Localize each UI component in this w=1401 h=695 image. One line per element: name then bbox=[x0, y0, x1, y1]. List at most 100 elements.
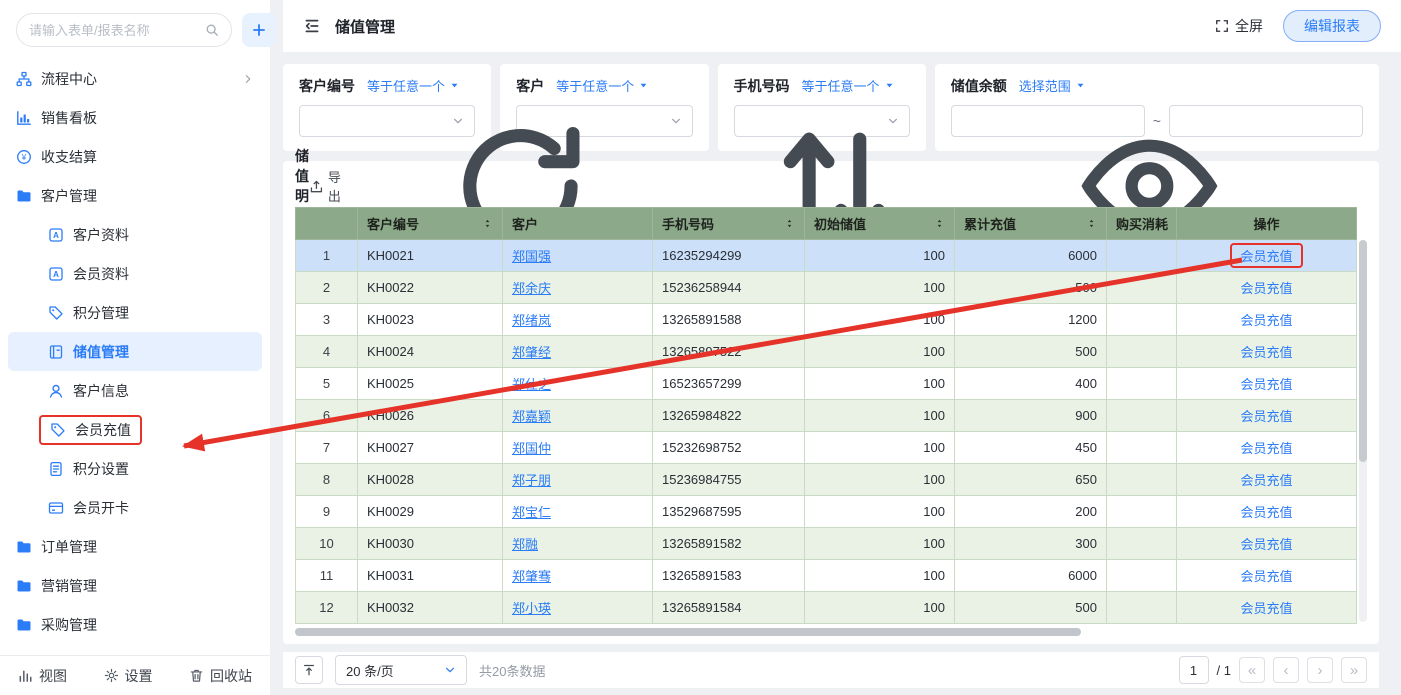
member-recharge-link[interactable]: 会员充值 bbox=[1240, 601, 1292, 616]
customer-name-link[interactable]: 郑肇经 bbox=[512, 345, 551, 360]
sidebar-item-order-mgmt[interactable]: 订单管理 bbox=[0, 527, 270, 566]
purchase-consume-cell bbox=[1107, 240, 1177, 272]
view-icon bbox=[18, 668, 33, 683]
table-row[interactable]: 12 KH0032 郑小瑛 13265891584 100 500 会员充值 bbox=[296, 592, 1357, 624]
sidebar-item-customer-profile[interactable]: 客户资料 bbox=[0, 215, 270, 254]
horizontal-scrollbar-thumb[interactable] bbox=[295, 628, 1081, 636]
col-phone[interactable]: 手机号码 bbox=[653, 208, 805, 240]
table-row[interactable]: 11 KH0031 郑肇骞 13265891583 100 6000 会员充值 bbox=[296, 560, 1357, 592]
back-to-top-button[interactable] bbox=[295, 656, 323, 684]
sidebar-item-stored-value-mgmt[interactable]: 储值管理 bbox=[8, 332, 262, 371]
current-page-input[interactable]: 1 bbox=[1179, 656, 1209, 684]
table-row[interactable]: 1 KH0021 郑国强 16235294299 100 6000 会员充值 bbox=[296, 240, 1357, 272]
table-row[interactable]: 3 KH0023 郑绪岚 13265891588 100 1200 会员充值 bbox=[296, 304, 1357, 336]
col-purchase-consume[interactable]: 购买消耗 bbox=[1107, 208, 1177, 240]
sidebar-item-customer-mgmt[interactable]: 客户管理 bbox=[0, 176, 270, 215]
view-button[interactable]: 视图 bbox=[18, 666, 67, 686]
prev-page-button[interactable]: ‹ bbox=[1273, 657, 1299, 683]
customer-name-link[interactable]: 郑嘉颖 bbox=[512, 409, 551, 424]
sidebar-item-income-expense[interactable]: 收支结算 bbox=[0, 137, 270, 176]
collapse-sidebar-icon[interactable] bbox=[303, 17, 321, 35]
sidebar-item-purchase-mgmt[interactable]: 采购管理 bbox=[0, 605, 270, 644]
customer-name-link[interactable]: 郑绪岚 bbox=[512, 313, 551, 328]
sidebar-item-member-profile[interactable]: 会员资料 bbox=[0, 254, 270, 293]
sidebar-item-member-recharge[interactable]: 会员充值 bbox=[0, 410, 270, 449]
action-cell: 会员充值 bbox=[1177, 592, 1357, 624]
customer-name-cell: 郑肇经 bbox=[503, 336, 653, 368]
search-box[interactable] bbox=[16, 13, 232, 47]
last-page-button[interactable]: » bbox=[1341, 657, 1367, 683]
column-sort-icon[interactable] bbox=[934, 218, 945, 229]
sidebar-item-points-settings[interactable]: 积分设置 bbox=[0, 449, 270, 488]
customer-name-link[interactable]: 郑国强 bbox=[512, 249, 551, 264]
edit-report-button[interactable]: 编辑报表 bbox=[1283, 10, 1381, 42]
recycle-bin-button[interactable]: 回收站 bbox=[189, 666, 252, 686]
table-wrap: 客户编号 客户 手机号码 初始储值 累计充值 购买消耗 操作 1 KH0021 … bbox=[295, 207, 1367, 636]
sidebar-item-marketing-mgmt[interactable]: 营销管理 bbox=[0, 566, 270, 605]
member-recharge-link[interactable]: 会员充值 bbox=[1240, 281, 1292, 296]
col-customer-code[interactable]: 客户编号 bbox=[358, 208, 503, 240]
member-recharge-link[interactable]: 会员充值 bbox=[1240, 473, 1292, 488]
customer-name-link[interactable]: 郑余庆 bbox=[512, 281, 551, 296]
filter-operator-dropdown[interactable]: 选择范围 bbox=[1019, 76, 1085, 95]
customer-name-link[interactable]: 郑国仲 bbox=[512, 441, 551, 456]
export-button[interactable]: 导出 bbox=[309, 167, 354, 205]
table-row[interactable]: 2 KH0022 郑余庆 15236258944 100 500 会员充值 bbox=[296, 272, 1357, 304]
next-page-button[interactable]: › bbox=[1307, 657, 1333, 683]
customer-name-link[interactable]: 郑子朋 bbox=[512, 473, 551, 488]
page-size-select[interactable]: 20 条/页 bbox=[335, 655, 467, 685]
row-number-cell: 4 bbox=[296, 336, 358, 368]
filter-operator-dropdown[interactable]: 等于任意一个 bbox=[802, 76, 894, 95]
filter-operator-dropdown[interactable]: 等于任意一个 bbox=[556, 76, 648, 95]
column-sort-icon[interactable] bbox=[482, 218, 493, 229]
member-recharge-link[interactable]: 会员充值 bbox=[1240, 505, 1292, 520]
table-row[interactable]: 10 KH0030 郑融 13265891582 100 300 会员充值 bbox=[296, 528, 1357, 560]
col-initial-value[interactable]: 初始储值 bbox=[805, 208, 955, 240]
table-row[interactable]: 8 KH0028 郑子朋 15236984755 100 650 会员充值 bbox=[296, 464, 1357, 496]
search-input[interactable] bbox=[29, 23, 205, 38]
initial-value-cell: 100 bbox=[805, 368, 955, 400]
member-recharge-link[interactable]: 会员充值 bbox=[1240, 441, 1292, 456]
phone-cell: 13265891588 bbox=[653, 304, 805, 336]
customer-name-link[interactable]: 郑肇骞 bbox=[512, 569, 551, 584]
col-customer[interactable]: 客户 bbox=[503, 208, 653, 240]
member-recharge-link[interactable]: 会员充值 bbox=[1240, 377, 1292, 392]
table-row[interactable]: 7 KH0027 郑国仲 15232698752 100 450 会员充值 bbox=[296, 432, 1357, 464]
member-recharge-link[interactable]: 会员充值 bbox=[1240, 569, 1292, 584]
member-recharge-link[interactable]: 会员充值 bbox=[1230, 243, 1302, 268]
sidebar-item-process-center[interactable]: 流程中心 bbox=[0, 59, 270, 98]
table-row[interactable]: 9 KH0029 郑宝仁 13529687595 100 200 会员充值 bbox=[296, 496, 1357, 528]
horizontal-scrollbar[interactable] bbox=[295, 628, 1357, 636]
vertical-scrollbar-thumb[interactable] bbox=[1359, 240, 1367, 462]
vertical-scrollbar[interactable] bbox=[1359, 240, 1367, 622]
sidebar-item-sales-board[interactable]: 销售看板 bbox=[0, 98, 270, 137]
column-sort-icon[interactable] bbox=[784, 218, 795, 229]
trash-icon bbox=[189, 668, 204, 683]
table-row[interactable]: 5 KH0025 郑仕之 16523657299 100 400 会员充值 bbox=[296, 368, 1357, 400]
add-form-button[interactable] bbox=[242, 13, 276, 47]
sidebar-item-member-card[interactable]: 会员开卡 bbox=[0, 488, 270, 527]
fullscreen-button[interactable]: 全屏 bbox=[1215, 16, 1263, 36]
sidebar-item-customer-info[interactable]: 客户信息 bbox=[0, 371, 270, 410]
member-recharge-link[interactable]: 会员充值 bbox=[1240, 409, 1292, 424]
filter-operator-dropdown[interactable]: 等于任意一个 bbox=[367, 76, 459, 95]
customer-code-cell: KH0025 bbox=[358, 368, 503, 400]
first-page-button[interactable]: « bbox=[1239, 657, 1265, 683]
customer-name-link[interactable]: 郑宝仁 bbox=[512, 505, 551, 520]
customer-name-link[interactable]: 郑仕之 bbox=[512, 377, 551, 392]
member-recharge-link[interactable]: 会员充值 bbox=[1240, 345, 1292, 360]
table-row[interactable]: 6 KH0026 郑嘉颖 13265984822 100 900 会员充值 bbox=[296, 400, 1357, 432]
customer-name-link[interactable]: 郑小瑛 bbox=[512, 601, 551, 616]
member-recharge-link[interactable]: 会员充值 bbox=[1240, 313, 1292, 328]
settings-button[interactable]: 设置 bbox=[104, 666, 153, 686]
customer-name-link[interactable]: 郑融 bbox=[512, 537, 538, 552]
sidebar-item-label: 流程中心 bbox=[41, 69, 97, 89]
col-total-recharge[interactable]: 累计充值 bbox=[955, 208, 1107, 240]
customer-name-cell: 郑子朋 bbox=[503, 464, 653, 496]
table-row[interactable]: 4 KH0024 郑肇经 13265897522 100 500 会员充值 bbox=[296, 336, 1357, 368]
column-sort-icon[interactable] bbox=[1086, 218, 1097, 229]
member-recharge-link[interactable]: 会员充值 bbox=[1240, 537, 1292, 552]
total-recharge-cell: 6000 bbox=[955, 560, 1107, 592]
sidebar-item-points-mgmt[interactable]: 积分管理 bbox=[0, 293, 270, 332]
purchase-consume-cell bbox=[1107, 336, 1177, 368]
